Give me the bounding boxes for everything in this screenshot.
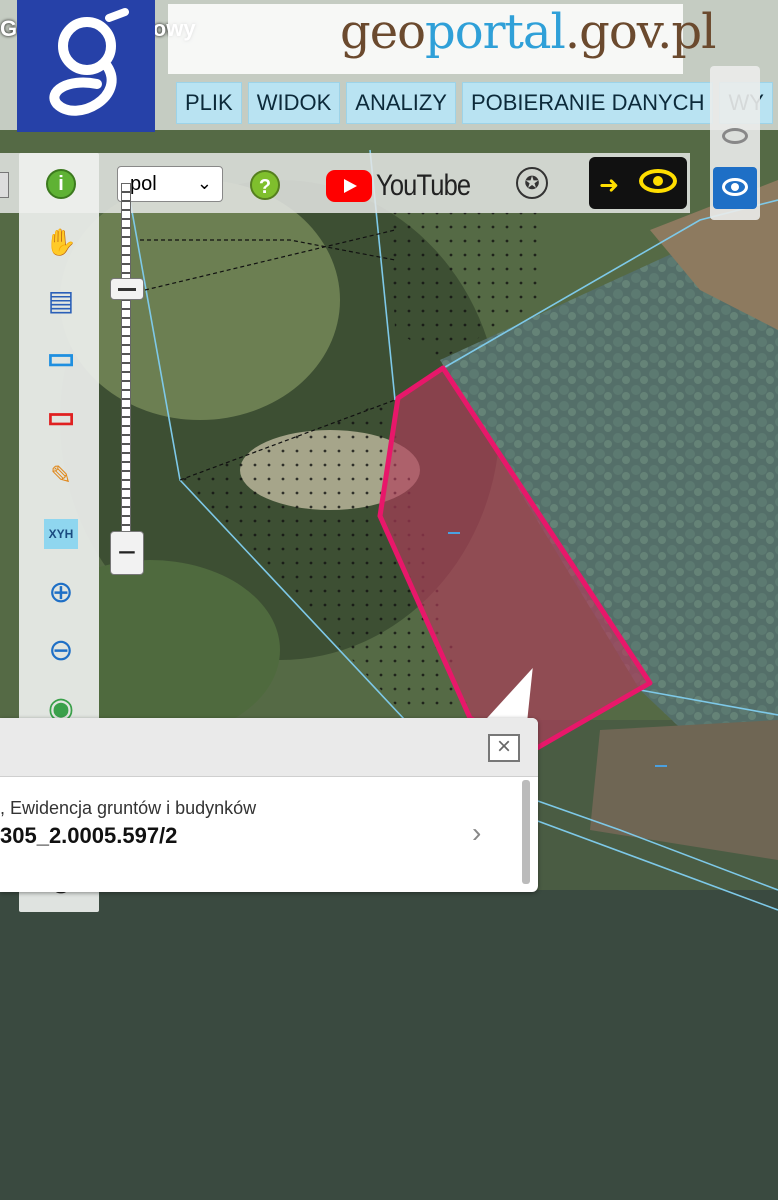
menu-analizy[interactable]: ANALIZY [346, 82, 456, 124]
zoom-out-glyph: ⊖ [48, 633, 74, 667]
zoom-handle[interactable] [110, 278, 144, 301]
info-icon[interactable]: i [40, 163, 82, 205]
popup-scrollbar[interactable] [522, 780, 530, 884]
pencil-icon[interactable]: ✎ [40, 455, 82, 497]
eye-small-icon[interactable] [722, 128, 748, 144]
popup-layer-name: , Ewidencja gruntów i budynków [0, 798, 257, 818]
xyh-coordinates-icon[interactable]: XYH [40, 513, 82, 555]
popup-header [0, 718, 538, 777]
youtube-link[interactable]: YouTube [326, 167, 487, 205]
select-blue-rect-icon[interactable]: ▭ [40, 338, 82, 380]
popup-pointer [485, 668, 533, 720]
pencil-glyph: ✎ [50, 460, 72, 490]
brand-prefix: geo [340, 4, 426, 60]
visibility-eye-icon[interactable] [713, 167, 757, 209]
help-icon[interactable]: ? [250, 170, 280, 200]
zoom-minus-button[interactable]: − [110, 531, 144, 575]
close-icon[interactable]: × [488, 734, 520, 762]
select-blue-rect-glyph: ▭ [46, 342, 76, 376]
geoportal-logo[interactable] [17, 0, 155, 132]
arrow-right-icon: ➜ [599, 172, 620, 199]
brand-suffix: .gov.pl [564, 4, 717, 60]
legend-glyph: ▤ [47, 285, 75, 317]
zoom-slider[interactable]: − [108, 153, 146, 578]
youtube-play-icon [326, 170, 372, 202]
chevron-right-icon[interactable]: › [472, 817, 481, 849]
zoom-in-icon[interactable]: ⊕ [40, 571, 82, 613]
chevron-down-icon: ⌄ [196, 173, 212, 193]
legend-icon[interactable]: ▤ [40, 280, 82, 322]
collapse-handle[interactable] [0, 172, 9, 198]
youtube-label: YouTube [376, 169, 471, 202]
zoom-in-glyph: ⊕ [48, 575, 74, 609]
select-red-rect-glyph: ▭ [46, 400, 76, 434]
menu-widok[interactable]: WIDOK [247, 82, 341, 124]
pan-hand-icon[interactable]: ✋ [40, 221, 82, 263]
select-red-rect-icon[interactable]: ▭ [40, 396, 82, 438]
popup-parcel-id[interactable]: 305_2.0005.597/2 [0, 823, 177, 849]
xyh-coordinates-glyph: XYH [44, 518, 78, 549]
main-menu: PLIK WIDOK ANALIZY POBIERANIE DANYCH WY [176, 82, 773, 124]
menu-pobieranie-danych[interactable]: POBIERANIE DANYCH [461, 82, 714, 124]
info-glyph: i [46, 169, 76, 199]
zoom-out-icon[interactable]: ⊖ [40, 629, 82, 671]
pan-hand-glyph: ✋ [44, 226, 78, 257]
zoom-track[interactable] [121, 183, 131, 553]
high-contrast-button[interactable]: ➜ [589, 157, 687, 209]
accessibility-icon[interactable]: ✪ [516, 167, 548, 199]
menu-plik[interactable]: PLIK [176, 82, 242, 124]
brand-main: portal [425, 4, 566, 60]
eye-icon [639, 169, 677, 193]
